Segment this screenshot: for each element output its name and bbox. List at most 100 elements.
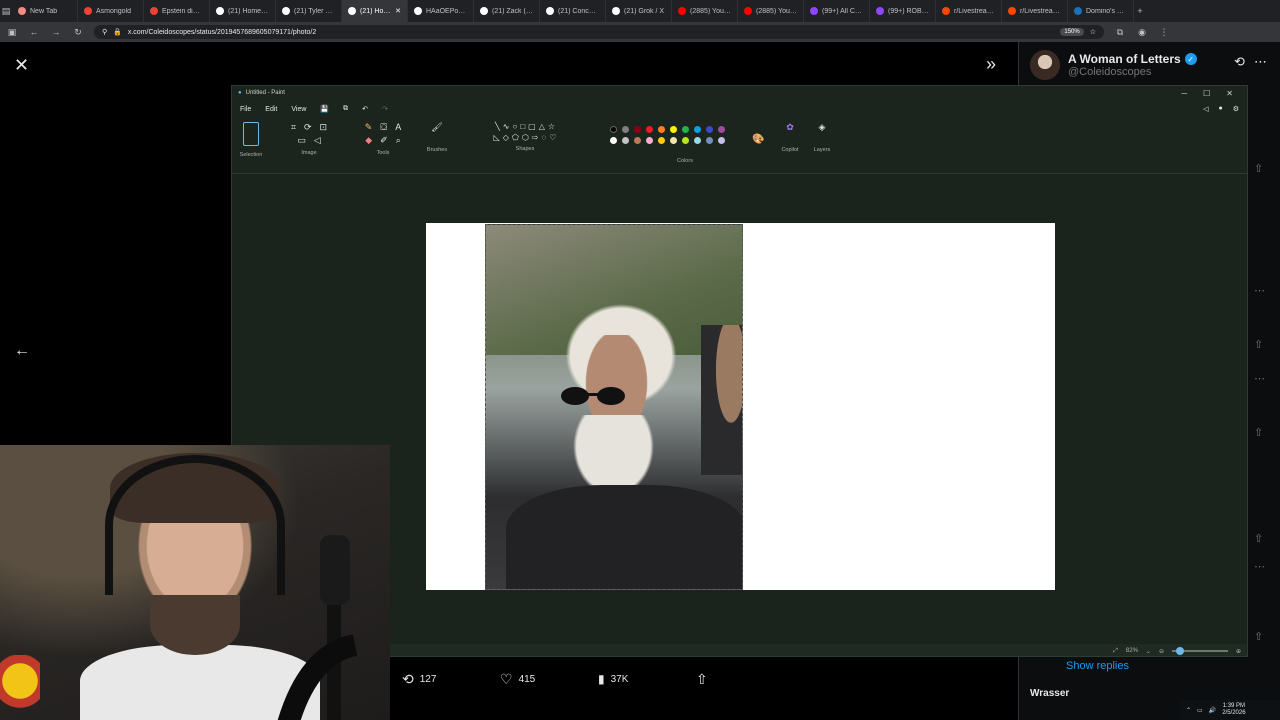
- collapse-panel-icon[interactable]: »: [986, 54, 996, 75]
- color-swatch[interactable]: [718, 126, 725, 133]
- close-icon[interactable]: ✕: [14, 55, 29, 76]
- menu-file[interactable]: File: [240, 106, 251, 113]
- browser-tab[interactable]: (99+) All Categ: [804, 0, 870, 22]
- new-tab-icon[interactable]: +: [1134, 6, 1146, 16]
- close-icon[interactable]: ✕: [1226, 89, 1233, 98]
- zoom-slider[interactable]: [1171, 647, 1228, 655]
- browser-tab[interactable]: (21) Grok / X: [606, 0, 672, 22]
- browser-tab[interactable]: (21) Concerned: [540, 0, 606, 22]
- star-shape-icon[interactable]: ☆: [548, 122, 555, 131]
- network-icon[interactable]: ▭: [1197, 707, 1203, 714]
- rectangle-shape-icon[interactable]: □: [520, 122, 525, 131]
- zoom-out-icon[interactable]: ⊖: [1159, 648, 1164, 655]
- color-swatch[interactable]: [646, 126, 653, 133]
- browser-tab[interactable]: (99+) ROBLOX: [870, 0, 936, 22]
- fit-to-window-icon[interactable]: ⤢: [1113, 648, 1118, 655]
- close-tab-icon[interactable]: ✕: [395, 7, 401, 15]
- color-swatch[interactable]: [694, 137, 701, 144]
- browser-tab[interactable]: Domino's Pizza: [1068, 0, 1134, 22]
- share-icon[interactable]: ⇧: [1254, 338, 1263, 351]
- color-swatch[interactable]: [706, 137, 713, 144]
- browser-tab[interactable]: (2885) YouTube: [672, 0, 738, 22]
- forward-icon[interactable]: →: [50, 27, 62, 37]
- arrow-shape-icon[interactable]: ⇨: [532, 133, 539, 142]
- profile-icon[interactable]: ◉: [1136, 27, 1148, 38]
- magnifier-icon[interactable]: ⌕: [396, 135, 401, 146]
- rotate-icon[interactable]: ⟳: [304, 122, 312, 133]
- color-swatch[interactable]: [682, 137, 689, 144]
- share-icon[interactable]: ⇧: [1254, 532, 1263, 545]
- layers-icon[interactable]: ◈: [819, 122, 826, 133]
- color-swatch[interactable]: [658, 126, 665, 133]
- browser-tab[interactable]: Asmongold: [78, 0, 144, 22]
- retweet-button[interactable]: ⟲ 127: [402, 671, 436, 688]
- color-swatch[interactable]: [658, 137, 665, 144]
- views-button[interactable]: ▮ 37K: [598, 672, 628, 686]
- bookmark-star-icon[interactable]: ☆: [1090, 28, 1096, 36]
- more-options-icon[interactable]: ⋯: [1254, 560, 1265, 573]
- color-swatch[interactable]: [634, 137, 641, 144]
- browser-tab[interactable]: (21) Zack (@Asr: [474, 0, 540, 22]
- back-icon[interactable]: ←: [28, 27, 40, 37]
- browser-tab[interactable]: r/LivestreamFail: [1002, 0, 1068, 22]
- color-swatch[interactable]: [694, 126, 701, 133]
- sidebar-toggle-icon[interactable]: ▣: [6, 27, 18, 38]
- zoom-in-icon[interactable]: ⊕: [1236, 648, 1241, 655]
- menu-view[interactable]: View: [291, 106, 306, 113]
- curve-shape-icon[interactable]: ∿: [503, 122, 510, 131]
- rounded-rect-shape-icon[interactable]: ▢: [528, 122, 536, 131]
- like-button[interactable]: ♡ 415: [500, 671, 535, 688]
- edit-colors-icon[interactable]: 🎨: [752, 134, 764, 145]
- clock-date[interactable]: 2/5/2026: [1222, 710, 1245, 717]
- flip-icon[interactable]: ◁: [314, 135, 321, 146]
- more-options-icon[interactable]: ⋯: [1254, 284, 1265, 297]
- color-swatch[interactable]: [718, 137, 725, 144]
- pencil-icon[interactable]: ✎: [365, 122, 373, 133]
- oval-shape-icon[interactable]: ○: [512, 122, 517, 131]
- browser-tab[interactable]: (21) Home / X ✕: [342, 0, 408, 22]
- pasted-photo-selection[interactable]: [485, 224, 743, 590]
- color-swatch[interactable]: [670, 137, 677, 144]
- copilot-icon[interactable]: ✿: [786, 122, 794, 133]
- tab-menu-icon[interactable]: ▤: [0, 6, 12, 17]
- paint-canvas[interactable]: [426, 223, 1055, 590]
- color-swatch[interactable]: [682, 126, 689, 133]
- color-picker-icon[interactable]: ✐: [380, 135, 388, 146]
- url-field[interactable]: ⚲ 🔒 x.com/Coleidoscopes/status/201945768…: [94, 25, 1104, 39]
- color-swatch[interactable]: [706, 126, 713, 133]
- share-icon[interactable]: ⇧: [1254, 162, 1263, 175]
- callout-shape-icon[interactable]: ◌: [542, 133, 547, 142]
- triangle-shape-icon[interactable]: △: [539, 122, 545, 131]
- reload-icon[interactable]: ↻: [72, 27, 84, 38]
- resize-icon[interactable]: ▭: [297, 135, 306, 146]
- selection-tool-icon[interactable]: [243, 122, 259, 146]
- line-shape-icon[interactable]: ╲: [495, 122, 500, 131]
- browser-tab[interactable]: Epstein discussi: [144, 0, 210, 22]
- browser-tab[interactable]: (21) Tyler Olivei: [276, 0, 342, 22]
- browser-tab[interactable]: (2885) YouTube: [738, 0, 804, 22]
- chevron-down-icon[interactable]: ⌄: [1146, 648, 1151, 655]
- avatar[interactable]: [1030, 50, 1060, 80]
- brush-icon[interactable]: 🖌: [431, 122, 442, 133]
- image-select-icon[interactable]: ⊡: [320, 122, 328, 133]
- grok-icon[interactable]: ⟲: [1234, 54, 1245, 70]
- color-swatch[interactable]: [646, 137, 653, 144]
- settings-gear-icon[interactable]: ⚙: [1233, 105, 1239, 113]
- undo-icon[interactable]: ↶: [362, 105, 368, 113]
- heart-shape-icon[interactable]: ♡: [549, 133, 556, 142]
- color-swatch[interactable]: [622, 137, 629, 144]
- text-icon[interactable]: A: [395, 122, 401, 133]
- maximize-icon[interactable]: ☐: [1203, 89, 1210, 98]
- notification-icon[interactable]: ◁: [1203, 105, 1208, 113]
- browser-tab[interactable]: New Tab: [12, 0, 78, 22]
- clock-time[interactable]: 1:39 PM: [1222, 703, 1245, 710]
- color-swatch[interactable]: [670, 126, 677, 133]
- share-button[interactable]: ⇧: [696, 671, 708, 688]
- color-swatch[interactable]: [622, 126, 629, 133]
- previous-photo-icon[interactable]: ←: [14, 342, 30, 360]
- redo-icon[interactable]: ↷: [382, 105, 388, 113]
- zoom-level[interactable]: 82%: [1126, 648, 1138, 654]
- color-swatch[interactable]: [634, 126, 641, 133]
- share-icon[interactable]: ⇧: [1254, 426, 1263, 439]
- minimize-icon[interactable]: ─: [1181, 89, 1187, 98]
